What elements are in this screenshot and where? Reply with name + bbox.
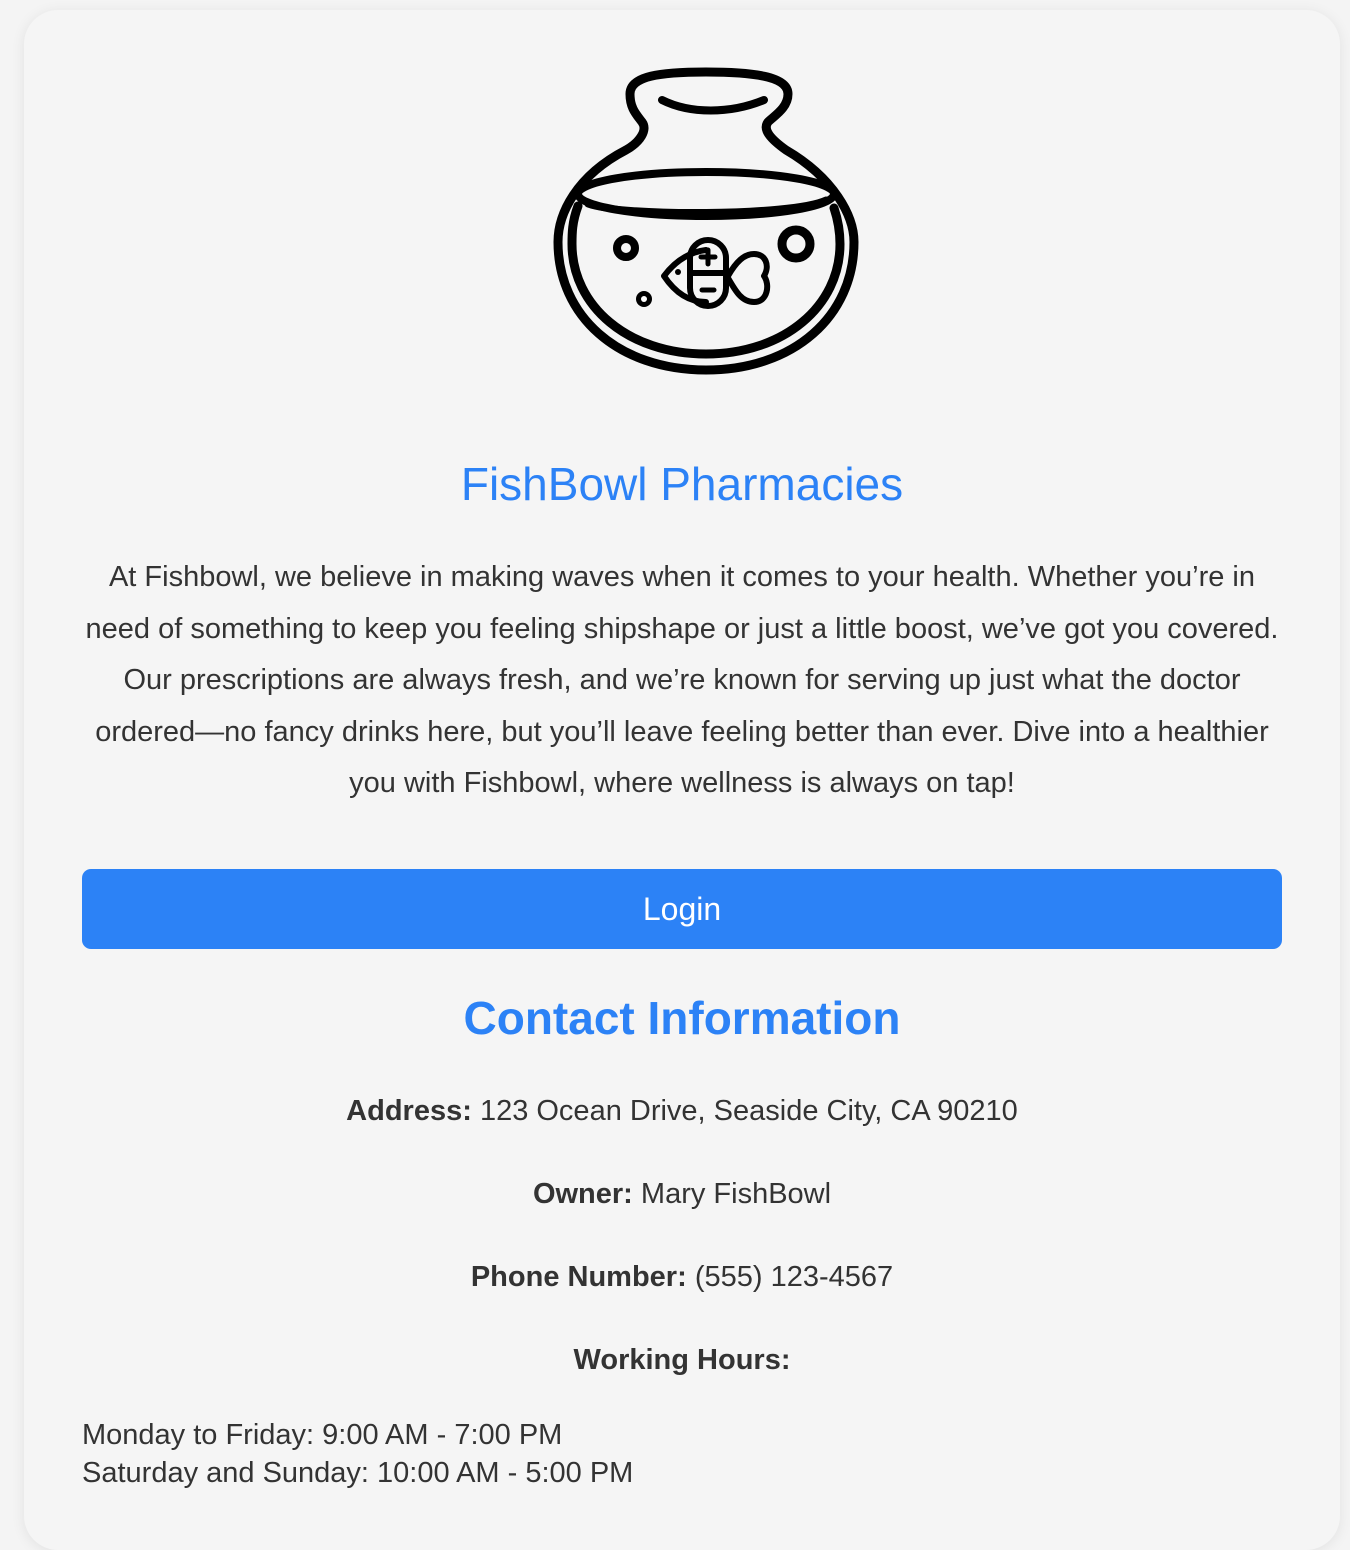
page-title: FishBowl Pharmacies — [460, 458, 904, 510]
owner-line: Owner: Mary FishBowl — [24, 1176, 1340, 1212]
main-card: FishBowl Pharmacies At Fishbowl, we beli… — [24, 10, 1340, 1550]
working-hours-label: Working Hours: — [573, 1344, 791, 1376]
phone-line: Phone Number: (555) 123-4567 — [24, 1259, 1340, 1295]
owner-label: Owner: — [532, 1178, 633, 1210]
hours-weekdays: Monday to Friday: 9:00 AM - 7:00 PM — [82, 1419, 563, 1451]
phone-value: (555) 123-4567 — [694, 1261, 894, 1293]
address-line: Address: 123 Ocean Drive, Seaside City, … — [24, 1093, 1340, 1129]
hours-weekend: Saturday and Sunday: 10:00 AM - 5:00 PM — [82, 1457, 634, 1489]
login-button[interactable]: Login — [82, 869, 1282, 949]
phone-label: Phone Number: — [470, 1261, 687, 1293]
fishbowl-logo-icon — [553, 67, 859, 375]
owner-value: Mary FishBowl — [640, 1178, 832, 1210]
contact-information-heading: Contact Information — [463, 992, 901, 1044]
working-hours-heading: Working Hours: — [24, 1342, 1340, 1378]
address-value: 123 Ocean Drive, Seaside City, CA 90210 — [479, 1095, 1018, 1127]
intro-paragraph: At Fishbowl, we believe in making waves … — [85, 561, 1279, 799]
address-label: Address: — [346, 1095, 472, 1127]
